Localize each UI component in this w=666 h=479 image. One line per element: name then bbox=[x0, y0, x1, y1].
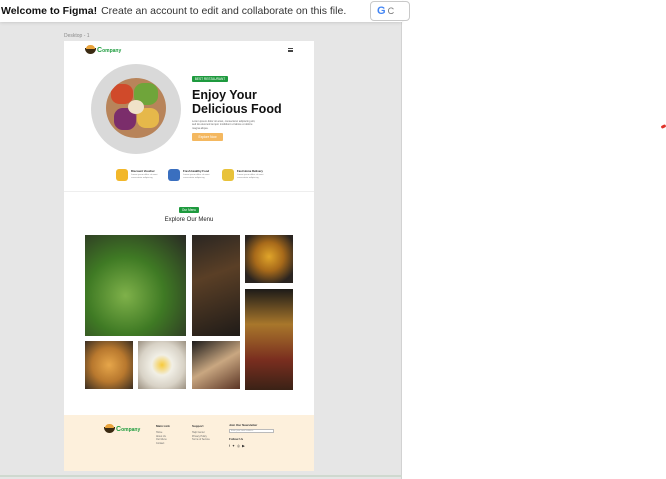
figma-viewer: Desktop - 1 Company BEST RESTAURANT Enjo… bbox=[0, 0, 666, 479]
twitter-icon[interactable]: ✦ bbox=[232, 444, 235, 448]
banner-title: Welcome to Figma! bbox=[1, 5, 98, 17]
menu-photo-thali bbox=[85, 235, 186, 336]
footer-follow-title: Follow Us bbox=[229, 437, 244, 441]
site-logo[interactable]: Company bbox=[85, 44, 122, 54]
cursor-mark bbox=[660, 124, 666, 129]
menu-badge: Our Menu bbox=[179, 207, 199, 213]
feature-discount-voucher: Discount Voucher Lorem ipsum dolor sit a… bbox=[116, 169, 163, 181]
canvas-scroll-track[interactable] bbox=[0, 475, 402, 477]
google-icon: G bbox=[377, 5, 386, 17]
bowl-logo-icon bbox=[85, 44, 96, 54]
footer-link[interactable]: Contact bbox=[156, 442, 164, 445]
footer-support-title: Support bbox=[192, 424, 204, 428]
figma-canvas[interactable]: Desktop - 1 Company BEST RESTAURANT Enjo… bbox=[0, 0, 402, 479]
feature-fast-home-delivery: Fast Home Delivery Lorem ipsum dolor sit… bbox=[222, 169, 269, 181]
logo-text: Company bbox=[97, 47, 122, 54]
footer-newsletter-title: Join Our Newsletter bbox=[229, 423, 258, 427]
google-button-label: C bbox=[387, 6, 395, 16]
voucher-icon bbox=[116, 169, 128, 181]
bowl-logo-icon bbox=[104, 423, 115, 433]
youtube-icon[interactable]: ▶ bbox=[242, 444, 245, 448]
hero-title: Enjoy Your Delicious Food bbox=[192, 88, 282, 116]
figma-signup-banner: Welcome to Figma! Create an account to e… bbox=[0, 0, 402, 22]
menu-photo-dessert bbox=[192, 341, 240, 389]
basket-icon bbox=[168, 169, 180, 181]
footer-main-link-title: Main Link bbox=[156, 424, 170, 428]
facebook-icon[interactable]: f bbox=[229, 444, 230, 448]
instagram-icon[interactable]: ◎ bbox=[237, 444, 240, 448]
menu-section-title: Explore Our Menu bbox=[164, 217, 214, 223]
banner-message: Create an account to edit and collaborat… bbox=[101, 5, 347, 17]
footer-logo-text: Company bbox=[116, 426, 141, 433]
menu-photo-curry-pan bbox=[192, 235, 240, 336]
banner-text: Welcome to Figma! Create an account to e… bbox=[0, 5, 346, 17]
footer-logo[interactable]: Company bbox=[104, 423, 141, 433]
hamburger-menu-icon[interactable] bbox=[288, 48, 293, 52]
hero-badge: BEST RESTAURANT bbox=[192, 76, 228, 82]
site-footer: Company Main Link Home About Us Our Menu… bbox=[64, 415, 314, 471]
newsletter-email-input[interactable]: Enter your email address bbox=[229, 429, 274, 433]
hero-description: Lorem ipsum dolor sit amet, consectetur … bbox=[192, 120, 256, 130]
menu-photo-pastries bbox=[85, 341, 133, 389]
explore-now-button[interactable]: Explore Now bbox=[192, 133, 223, 141]
menu-photo-egg-toast bbox=[138, 341, 186, 389]
section-divider bbox=[64, 191, 314, 192]
site-nav: Company bbox=[64, 41, 314, 61]
footer-link[interactable]: Terms of Service bbox=[192, 438, 210, 441]
menu-photo-fried-snack bbox=[245, 235, 293, 283]
google-signup-button[interactable]: G C bbox=[370, 1, 410, 21]
delivery-icon bbox=[222, 169, 234, 181]
salad-bowl-illustration bbox=[106, 78, 166, 138]
social-links: f ✦ ◎ ▶ bbox=[229, 444, 245, 448]
hero-food-image bbox=[91, 64, 181, 154]
website-frame[interactable]: Company BEST RESTAURANT Enjoy Your Delic… bbox=[64, 41, 314, 471]
frame-label[interactable]: Desktop - 1 bbox=[64, 33, 90, 39]
feature-fresh-healthy-food: Fresh Healthy Food Lorem ipsum dolor sit… bbox=[168, 169, 215, 181]
menu-photo-copper-pot bbox=[245, 289, 293, 390]
